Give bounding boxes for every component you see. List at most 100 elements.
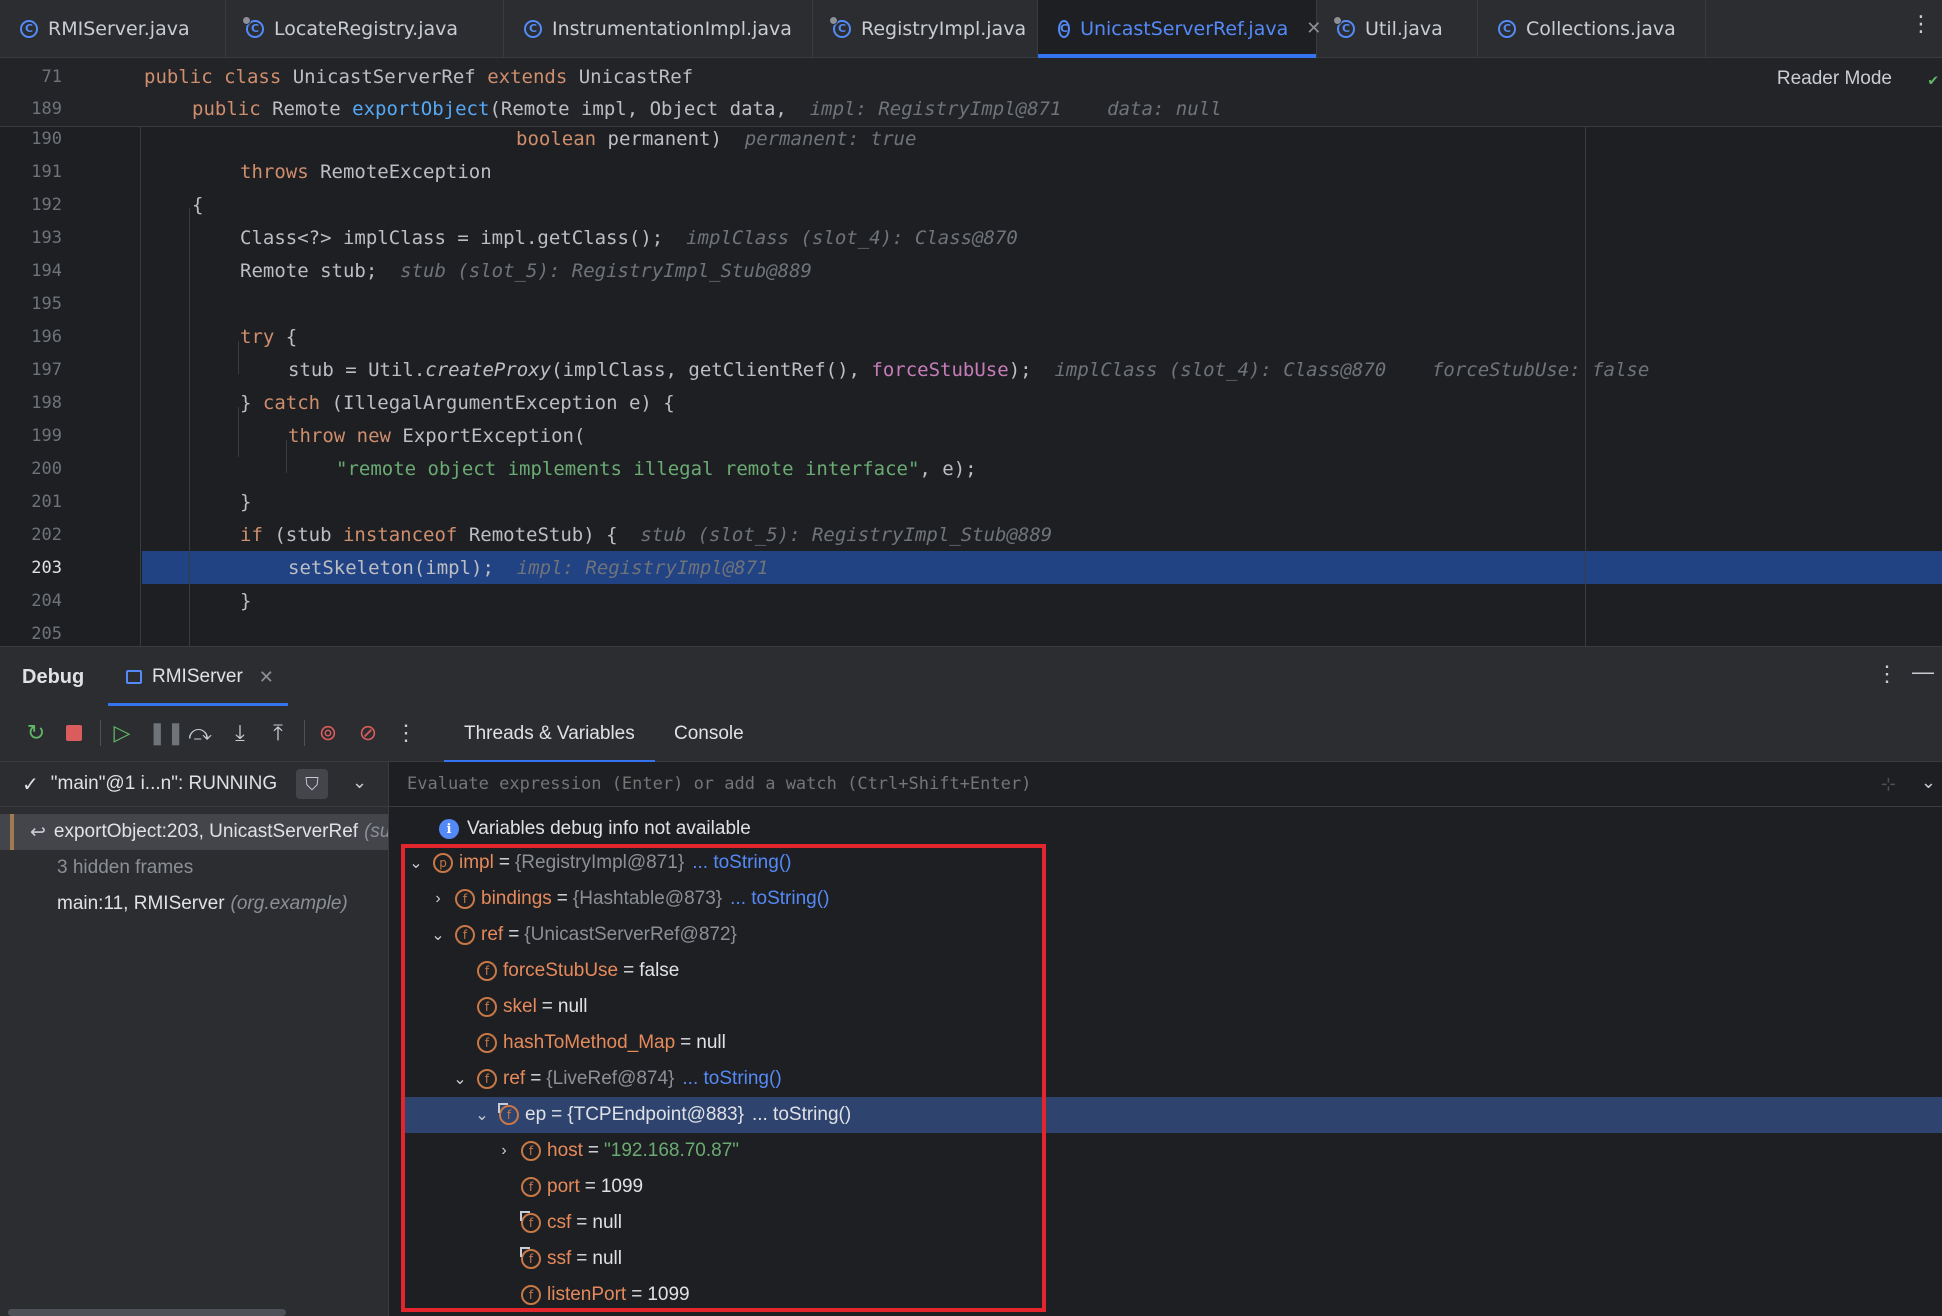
variable-row[interactable]: ⌄ f ref = {LiveRef@874}... toString() (405, 1061, 1942, 1097)
line-number: 197 (31, 359, 62, 380)
info-message: i Variables debug info not available (439, 818, 751, 840)
pause-icon[interactable]: ❚❚ (148, 720, 185, 746)
variable-row[interactable]: · f listenPort=1099 (405, 1277, 1942, 1313)
line-number: 199 (31, 425, 62, 446)
spacer: · (493, 1214, 515, 1232)
variable-name: host (547, 1140, 583, 1161)
code-text: } catch (IllegalArgumentException e) { (240, 391, 675, 414)
code-text: Remote stub; stub (slot_5): RegistryImpl… (240, 259, 812, 282)
tab-instrumentationimpl[interactable]: C InstrumentationImpl.java (504, 0, 813, 57)
variable-row[interactable]: · f forceStubUse=false (405, 953, 1942, 989)
variable-name: impl (459, 852, 494, 873)
step-out-icon[interactable]: ⤒ (264, 720, 292, 746)
indent-guide (189, 208, 190, 646)
variable-name: hashToMethod_Map (503, 1032, 676, 1053)
chevron-down-icon[interactable]: ⌄ (427, 925, 449, 945)
tostring-link[interactable]: ... toString() (682, 1068, 781, 1090)
code-text: } (240, 490, 252, 513)
line-number: 202 (31, 524, 62, 545)
field-icon: f (455, 925, 475, 945)
tab-locateregistry[interactable]: C LocateRegistry.java (226, 0, 504, 57)
tab-registryimpl[interactable]: C RegistryImpl.java (813, 0, 1038, 57)
code-line: 71 public class UnicastServerRef extends… (0, 60, 1942, 93)
variable-row[interactable]: ⌄ p impl = {RegistryImpl@871}... toString(… (405, 845, 1919, 881)
chevron-right-icon[interactable]: › (427, 890, 449, 908)
tab-threads-variables[interactable]: Threads & Variables (444, 723, 655, 763)
tostring-link[interactable]: ... toString() (752, 1104, 851, 1126)
evaluate-expression-input[interactable] (405, 773, 1809, 795)
mute-breakpoints-icon[interactable]: ⊘ (354, 720, 382, 746)
line-number: 196 (31, 326, 62, 347)
resume-icon[interactable]: ▷ (108, 720, 136, 746)
code-text: setSkeleton(impl); impl: RegistryImpl@87… (288, 556, 769, 579)
check-icon: ✔ (1928, 70, 1938, 89)
debug-tool-window-header: Debug RMIServer ✕ ⋮ — (0, 646, 1942, 708)
variable-row[interactable]: · f port=1099 (405, 1169, 1942, 1205)
view-breakpoints-icon[interactable]: ⊚ (314, 720, 342, 746)
variable-row[interactable]: ⌄ f ref = {UnicastServerRef@872} (405, 917, 1941, 953)
chevron-down-icon[interactable]: ⌄ (471, 1105, 493, 1125)
more-actions-icon[interactable]: ⋮ (392, 720, 420, 746)
horizontal-scrollbar[interactable] (8, 1309, 286, 1316)
variable-row[interactable]: · f ssf=null (405, 1241, 1942, 1277)
tab-rmiserver[interactable]: C RMIServer.java (0, 0, 226, 57)
line-number: 198 (31, 392, 62, 413)
variable-type: {Hashtable@873} (572, 888, 723, 909)
chevron-right-icon[interactable]: › (493, 1142, 515, 1160)
rerun-icon[interactable]: ↻ (22, 720, 50, 746)
tab-util[interactable]: C Util.java (1317, 0, 1478, 57)
reader-mode-button[interactable]: Reader Mode (1777, 68, 1892, 90)
chevron-down-icon[interactable]: ⌄ (449, 1069, 471, 1089)
variable-value: null (557, 996, 588, 1017)
tab-console[interactable]: Console (674, 723, 744, 745)
inline-hint: impl: RegistryImpl@871 (809, 97, 1062, 120)
tab-unicastserverref[interactable]: C UnicastServerRef.java ✕ (1038, 0, 1321, 58)
field-icon: f (477, 961, 497, 981)
variable-name: ref (503, 1068, 526, 1089)
thread-selector[interactable]: ✓ "main"@1 i...n": RUNNING ⛉ ⌄ (0, 762, 388, 807)
class-icon: C (242, 15, 264, 38)
field-icon: f (455, 889, 475, 909)
more-options-icon[interactable]: ⋮ (1876, 661, 1898, 687)
code-line: 197 stub = Util.createProxy(implClass, g… (0, 353, 1942, 386)
variable-row[interactable]: · f skel=null (405, 989, 1942, 1025)
variable-row[interactable]: · f csf=null (405, 1205, 1942, 1241)
more-tabs-icon[interactable]: ⋮ (1910, 12, 1932, 37)
return-icon: ↩ (30, 821, 46, 843)
step-into-icon[interactable]: ⤓ (226, 720, 254, 746)
line-number: 194 (31, 260, 62, 281)
code-editor[interactable]: Reader Mode ✔ 71 public class UnicastSer… (0, 58, 1942, 646)
variable-row[interactable]: · f hashToMethod_Map=null (405, 1025, 1942, 1061)
stack-frame[interactable]: ↩ exportObject:203, UnicastServerRef (su… (0, 814, 388, 850)
variable-row-selected[interactable]: ⌄ f ep = {TCPEndpoint@883}... toString() (405, 1097, 1942, 1133)
stop-icon[interactable] (66, 725, 82, 741)
variable-type: {UnicastServerRef@872} (524, 924, 737, 945)
add-watch-icon[interactable]: ⊹ (1881, 774, 1896, 795)
stack-frame[interactable]: main:11, RMIServer (org.example) (0, 886, 388, 922)
editor-tab-bar: C RMIServer.java C LocateRegistry.java C… (0, 0, 1942, 58)
variable-type: {RegistryImpl@871} (514, 852, 685, 873)
tostring-link[interactable]: ... toString() (730, 888, 829, 910)
hidden-frames[interactable]: 3 hidden frames (0, 850, 388, 886)
variable-row[interactable]: › f bindings = {Hashtable@873}... toString… (405, 881, 1941, 917)
chevron-down-icon[interactable]: ⌄ (405, 853, 427, 873)
variable-name: skel (503, 996, 537, 1017)
variable-name: ssf (547, 1248, 572, 1269)
chevron-down-icon[interactable]: ⌄ (1921, 772, 1936, 793)
filter-icon[interactable]: ⛉ (296, 769, 328, 799)
code-line: 200 "remote object implements illegal re… (0, 452, 1942, 485)
minimize-icon[interactable]: — (1912, 659, 1934, 685)
class-icon: C (524, 19, 542, 38)
debug-session-tab[interactable]: RMIServer ✕ (108, 647, 288, 707)
static-field-icon: f (521, 1249, 541, 1269)
code-line: 191 throws RemoteException (0, 155, 1942, 188)
step-over-icon[interactable]: ⤼ (186, 720, 214, 746)
variable-row[interactable]: › f host = "192.168.70.87" (405, 1133, 1942, 1169)
code-text: } (240, 589, 252, 612)
close-icon[interactable]: ✕ (259, 667, 274, 688)
check-icon: ✓ (22, 773, 39, 796)
class-icon: C (1333, 15, 1355, 38)
tostring-link[interactable]: ... toString() (692, 852, 791, 874)
tab-collections[interactable]: C Collections.java (1478, 0, 1706, 57)
chevron-down-icon[interactable]: ⌄ (352, 772, 367, 793)
